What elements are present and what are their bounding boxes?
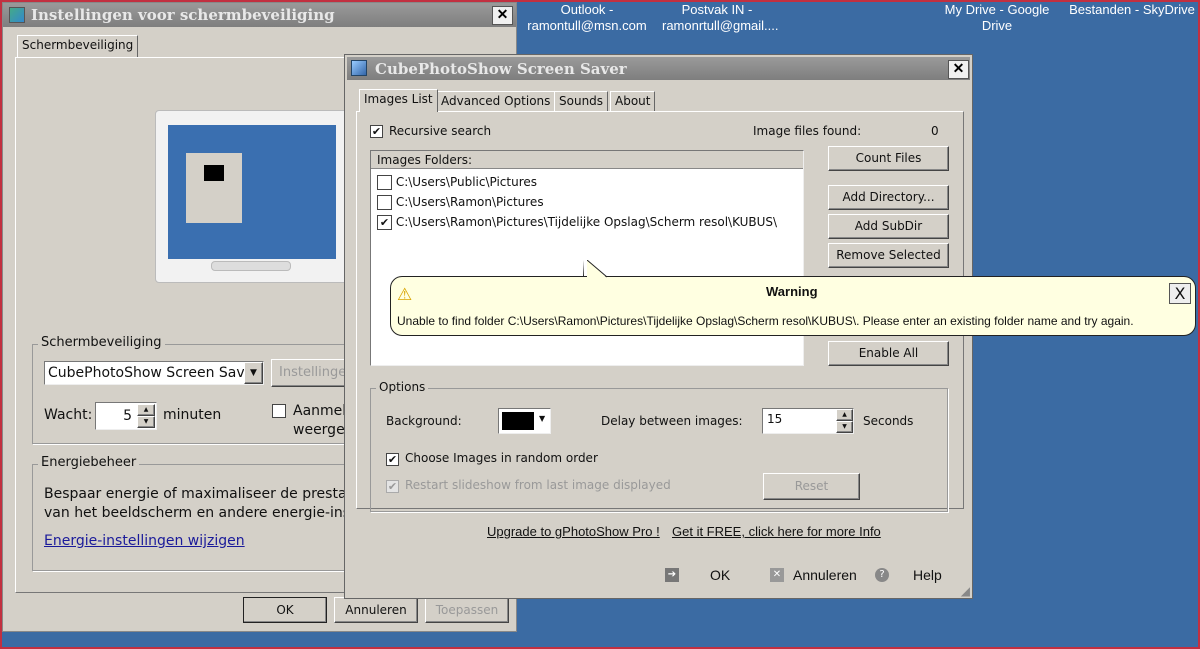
restart-checkbox[interactable]: ✔ bbox=[386, 480, 399, 493]
list-item[interactable]: ✔ C:\Users\Ramon\Pictures\Tijdelijke Ops… bbox=[377, 215, 777, 230]
help-icon: ? bbox=[875, 568, 889, 582]
help-label: Help bbox=[913, 567, 942, 583]
seconds-label: Seconds bbox=[863, 414, 914, 428]
cube-icon bbox=[351, 60, 367, 76]
tab-advanced-options[interactable]: Advanced Options bbox=[436, 91, 556, 111]
tab-about[interactable]: About bbox=[610, 91, 656, 111]
resize-grip-icon[interactable]: ◢ bbox=[961, 584, 970, 598]
upgrade-link[interactable]: Upgrade to gPhotoShow Pro ! bbox=[487, 524, 660, 539]
apply-button[interactable]: Toepassen bbox=[425, 597, 509, 623]
recursive-checkbox[interactable]: ✔ bbox=[370, 125, 383, 138]
close-button[interactable]: ✕ bbox=[492, 6, 513, 25]
enable-all-button[interactable]: Enable All bbox=[828, 341, 949, 366]
dialog-title: CubePhotoShow Screen Saver bbox=[375, 60, 627, 78]
color-swatch bbox=[502, 412, 534, 430]
found-label: Image files found: bbox=[753, 124, 862, 138]
tab-schermbeveiliging[interactable]: Schermbeveiliging bbox=[17, 35, 139, 58]
arrow-down-icon[interactable]: ▼ bbox=[836, 421, 853, 433]
minutes-label: minuten bbox=[163, 407, 222, 423]
list-item[interactable]: C:\Users\Ramon\Pictures bbox=[377, 195, 544, 210]
cancel-label: Annuleren bbox=[793, 567, 857, 583]
folder-path: C:\Users\Ramon\Pictures bbox=[395, 195, 544, 209]
close-button[interactable]: ✕ bbox=[948, 60, 969, 79]
chevron-down-icon: ▼ bbox=[539, 414, 546, 423]
title-bar: CubePhotoShow Screen Saver ✕ bbox=[347, 57, 970, 80]
arrow-up-icon[interactable]: ▲ bbox=[836, 409, 853, 421]
close-icon: ✕ bbox=[770, 568, 784, 582]
desktop-icon-postvak[interactable]: Postvak IN - ramonrtull@gmail.... bbox=[662, 2, 779, 34]
random-order-checkbox[interactable]: ✔ bbox=[386, 453, 399, 466]
delay-label: Delay between images: bbox=[601, 414, 743, 428]
desktop-icon-google-drive[interactable]: My Drive - Google Drive bbox=[937, 2, 1057, 34]
ok-label: OK bbox=[710, 567, 731, 583]
warning-balloon: ⚠ Warning X Unable to find folder C:\Use… bbox=[390, 260, 1196, 336]
folder-path: C:\Users\Public\Pictures bbox=[395, 175, 538, 189]
balloon-pointer bbox=[583, 260, 584, 277]
screensaver-select[interactable]: CubePhotoShow Screen Saver ▼ bbox=[44, 361, 264, 385]
options-group: Options Background: ▼ Delay between imag… bbox=[370, 380, 948, 512]
group-legend: Options bbox=[376, 380, 429, 394]
energy-settings-link[interactable]: Energie-instellingen wijzigen bbox=[44, 533, 245, 549]
arrow-right-icon: ➔ bbox=[665, 568, 679, 582]
ok-button[interactable]: OK bbox=[243, 597, 327, 623]
monitor-preview bbox=[155, 110, 348, 283]
monitor-icon bbox=[9, 7, 25, 23]
add-subdir-button[interactable]: Add SubDir bbox=[828, 214, 949, 239]
preview-screen bbox=[168, 125, 336, 259]
balloon-tail bbox=[587, 260, 608, 278]
add-directory-button[interactable]: Add Directory... bbox=[828, 185, 949, 210]
preview-dialog bbox=[186, 153, 242, 223]
folder-checkbox[interactable] bbox=[377, 195, 392, 210]
remove-selected-button[interactable]: Remove Selected bbox=[828, 243, 949, 268]
cancel-button[interactable]: Annuleren bbox=[334, 597, 418, 623]
delay-value: 15 bbox=[767, 412, 783, 426]
chevron-down-icon[interactable]: ▼ bbox=[244, 362, 263, 384]
wait-stepper[interactable]: 5 ▲ ▼ bbox=[95, 402, 157, 430]
wait-label: Wacht: bbox=[44, 407, 93, 423]
dialog-title: Instellingen voor schermbeveiliging bbox=[31, 6, 335, 24]
tab-sounds[interactable]: Sounds bbox=[554, 91, 609, 111]
selected-value: CubePhotoShow Screen Saver bbox=[48, 365, 260, 381]
logon-checkbox[interactable] bbox=[272, 404, 286, 418]
warning-close-button[interactable]: X bbox=[1169, 283, 1191, 304]
background-color-picker[interactable]: ▼ bbox=[498, 408, 551, 434]
free-info-link[interactable]: Get it FREE, click here for more Info bbox=[672, 524, 881, 539]
delay-stepper[interactable]: 15 ▲ ▼ bbox=[762, 408, 854, 434]
help-button[interactable]: ? Help bbox=[875, 565, 955, 585]
found-value: 0 bbox=[931, 124, 939, 138]
random-order-label: Choose Images in random order bbox=[405, 451, 598, 465]
group-legend: Energiebeheer bbox=[38, 455, 140, 470]
folder-path: C:\Users\Ramon\Pictures\Tijdelijke Opsla… bbox=[395, 215, 778, 229]
warning-message: Unable to find folder C:\Users\Ramon\Pic… bbox=[397, 314, 1134, 328]
restart-label: Restart slideshow from last image displa… bbox=[405, 478, 671, 492]
desktop-icon-outlook[interactable]: Outlook - ramontull@msn.com bbox=[522, 2, 652, 34]
warning-icon: ⚠ bbox=[397, 285, 413, 305]
group-legend: Schermbeveiliging bbox=[38, 335, 165, 350]
reset-button[interactable]: Reset bbox=[763, 473, 860, 500]
list-header: Images Folders: bbox=[371, 151, 803, 169]
desktop-icon-skydrive[interactable]: Bestanden - SkyDrive bbox=[1062, 2, 1200, 18]
count-files-button[interactable]: Count Files bbox=[828, 146, 949, 171]
recursive-label: Recursive search bbox=[389, 124, 492, 138]
arrow-down-icon[interactable]: ▼ bbox=[137, 416, 155, 428]
background-label: Background: bbox=[386, 414, 462, 428]
folder-checkbox[interactable] bbox=[377, 175, 392, 190]
ok-button[interactable]: ➔ OK bbox=[665, 565, 755, 585]
list-item[interactable]: C:\Users\Public\Pictures bbox=[377, 175, 537, 190]
title-bar: Instellingen voor schermbeveiliging ✕ bbox=[3, 3, 516, 27]
folder-checkbox[interactable]: ✔ bbox=[377, 215, 392, 230]
wait-value: 5 bbox=[123, 408, 132, 424]
warning-title: Warning bbox=[766, 284, 818, 299]
cancel-button[interactable]: ✕ Annuleren bbox=[770, 565, 870, 585]
arrow-up-icon[interactable]: ▲ bbox=[137, 404, 155, 416]
tab-images-list[interactable]: Images List bbox=[359, 89, 438, 112]
